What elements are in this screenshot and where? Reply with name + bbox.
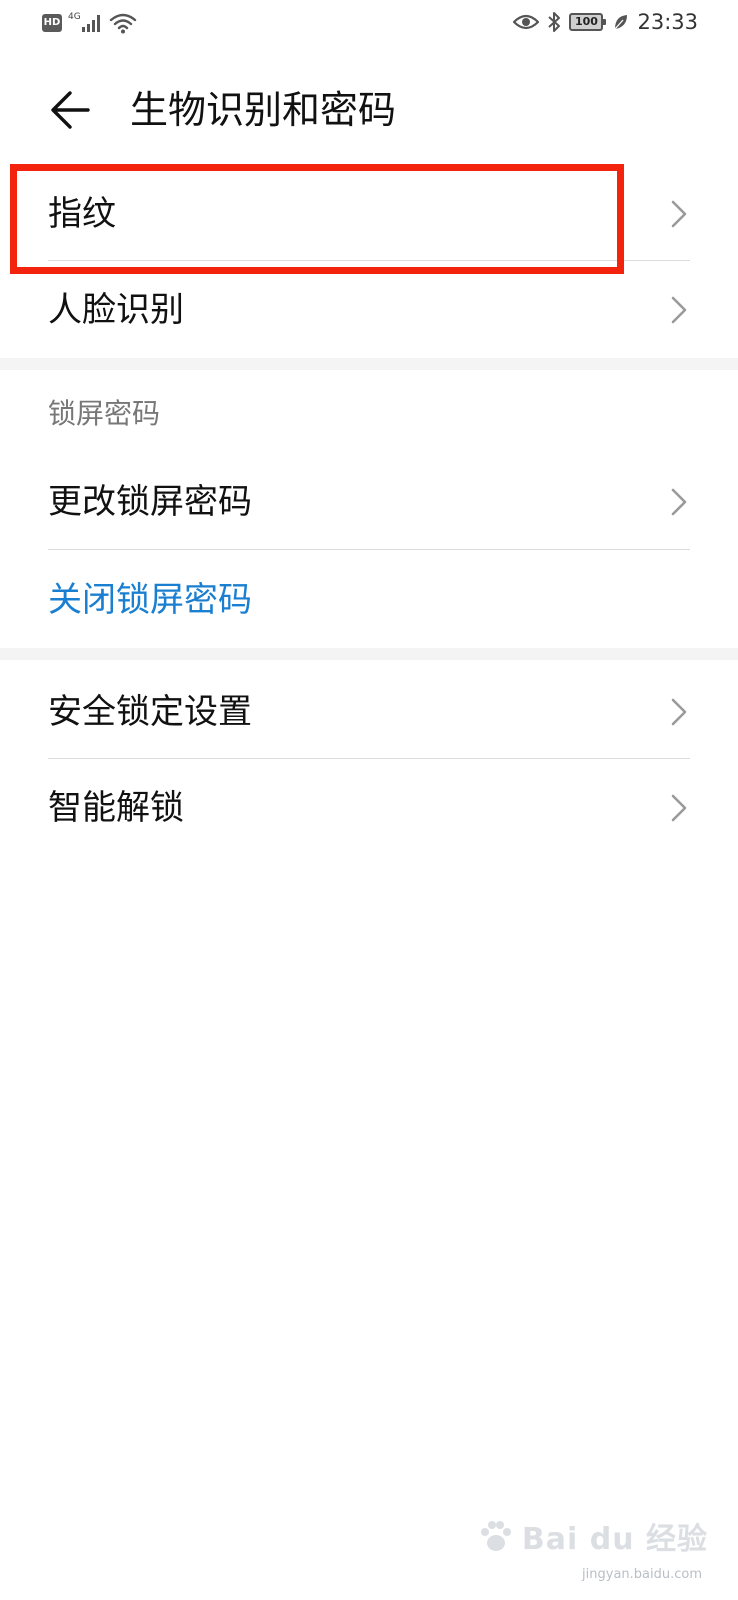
change-lock-password-row[interactable]: 更改锁屏密码: [0, 454, 738, 550]
disable-lock-password-label: 关闭锁屏密码: [48, 580, 252, 620]
eye-icon: [513, 14, 540, 30]
change-lock-password-label: 更改锁屏密码: [48, 482, 252, 522]
face-recognition-label: 人脸识别: [48, 290, 184, 330]
disable-lock-password-row[interactable]: 关闭锁屏密码: [0, 552, 738, 648]
divider: [48, 758, 690, 759]
smart-unlock-row[interactable]: 智能解锁: [0, 760, 738, 856]
app-header: 生物识别和密码: [0, 60, 738, 160]
status-time: 23:33: [637, 10, 698, 34]
baidu-watermark: Bai du 经验: [476, 1514, 708, 1558]
chevron-right-icon: [671, 296, 687, 324]
back-arrow-icon: [51, 91, 90, 129]
watermark-url: jingyan.baidu.com: [582, 1567, 702, 1582]
section-gap: [0, 648, 738, 660]
smart-unlock-label: 智能解锁: [48, 788, 184, 828]
status-left: HD 4G: [42, 12, 137, 34]
divider: [48, 260, 690, 261]
section-gap: [0, 358, 738, 370]
chevron-right-icon: [671, 794, 687, 822]
security-lock-settings-row[interactable]: 安全锁定设置: [0, 664, 738, 760]
chevron-right-icon: [671, 698, 687, 726]
network-type-label: 4G: [68, 12, 81, 22]
bluetooth-icon: [548, 12, 561, 32]
status-bar: HD 4G 100 23:33: [0, 0, 738, 52]
face-recognition-row[interactable]: 人脸识别: [0, 262, 738, 358]
battery-icon: 100: [569, 13, 607, 31]
divider: [48, 549, 690, 550]
chevron-right-icon: [671, 488, 687, 516]
security-lock-settings-label: 安全锁定设置: [48, 692, 252, 732]
lock-screen-section-title: 锁屏密码: [48, 397, 161, 430]
chevron-right-icon: [671, 200, 687, 228]
screen: HD 4G 100 23:33 生物识别和密码 指纹 人脸识别 锁屏密码 更改锁…: [0, 0, 738, 1600]
status-right: 100 23:33: [513, 10, 698, 34]
signal-icon: [81, 15, 100, 32]
fingerprint-label: 指纹: [48, 194, 116, 234]
fingerprint-row[interactable]: 指纹: [0, 166, 738, 262]
watermark-brand: Bai du 经验: [521, 1522, 708, 1557]
page-title: 生物识别和密码: [130, 88, 397, 132]
hd-icon: HD: [42, 14, 62, 32]
back-button[interactable]: [44, 82, 100, 138]
paw-icon: [480, 1521, 511, 1551]
leaf-icon: [614, 15, 628, 30]
wifi-icon: [109, 13, 136, 34]
